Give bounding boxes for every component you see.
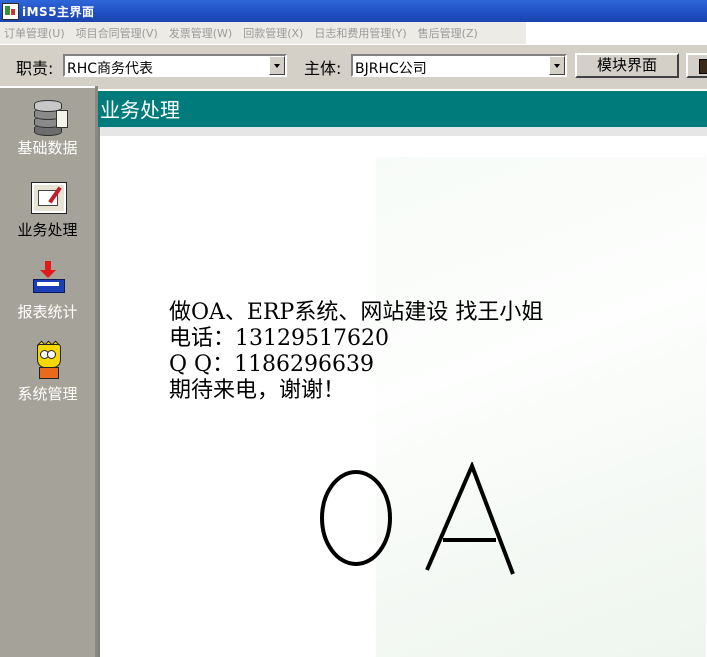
- sidebar-item-label: 报表统计: [17, 303, 78, 321]
- sidebar: 基础数据 业务处理 报表统计 系统管理: [0, 86, 98, 657]
- role-value: RHC商务代表: [67, 61, 154, 77]
- menu-invoices[interactable]: 发票管理(W): [165, 25, 239, 41]
- content-panel: 做OA、ERP系统、网站建设 找王小姐 电话：13129517620 Q Q：1…: [98, 127, 707, 657]
- promo-line-3: Q Q：1186296639: [169, 352, 375, 377]
- sidebar-item-reports[interactable]: 报表统计: [0, 260, 95, 322]
- promo-line-1: 做OA、ERP系统、网站建设 找王小姐: [169, 300, 544, 325]
- sidebar-item-business[interactable]: 业务处理: [0, 178, 95, 240]
- background-watermark: [376, 157, 706, 657]
- section-title: 业务处理: [98, 89, 707, 127]
- promo-line-4: 期待来电，谢谢！: [169, 378, 346, 403]
- oa-logo-a: [425, 462, 515, 575]
- role-select[interactable]: RHC商务代表: [63, 54, 287, 77]
- role-label: 职责:: [16, 59, 54, 78]
- toolbar: 职责: RHC商务代表 主体: BJRHC公司 模块界面: [0, 44, 707, 87]
- report-download-icon: [30, 260, 66, 298]
- window-title: iMS5主界面: [22, 5, 95, 19]
- menu-logs-expenses[interactable]: 日志和费用管理(Y): [310, 25, 413, 41]
- menu-payments[interactable]: 回款管理(X): [239, 25, 310, 41]
- promo-line-2: 电话：13129517620: [169, 326, 389, 351]
- role-dropdown-button[interactable]: [269, 56, 285, 75]
- sidebar-item-basic-data[interactable]: 基础数据: [0, 96, 95, 158]
- oa-logo: [320, 462, 515, 575]
- menu-bar: 订单管理(U) 项目合同管理(V) 发票管理(W) 回款管理(X) 日志和费用管…: [0, 22, 707, 44]
- sidebar-item-label: 业务处理: [17, 221, 78, 239]
- app-icon: [2, 3, 19, 20]
- menu-orders[interactable]: 订单管理(U): [0, 25, 72, 41]
- entity-value: BJRHC公司: [355, 61, 427, 77]
- menu-project-contracts[interactable]: 项目合同管理(V): [72, 25, 165, 41]
- entity-dropdown-button[interactable]: [549, 56, 565, 75]
- sidebar-item-label: 基础数据: [17, 139, 78, 157]
- business-doc-icon: [30, 178, 67, 216]
- menu-after-sales[interactable]: 售后管理(Z): [414, 25, 485, 41]
- module-view-button[interactable]: 模块界面: [575, 53, 679, 78]
- title-bar: iMS5主界面: [0, 0, 707, 22]
- entity-label: 主体:: [304, 59, 342, 78]
- toolbar-extra-button[interactable]: [686, 53, 707, 78]
- entity-select[interactable]: BJRHC公司: [351, 54, 567, 77]
- database-icon: [30, 96, 68, 136]
- system-admin-icon: [30, 340, 66, 380]
- oa-logo-o: [320, 470, 392, 566]
- sidebar-item-system[interactable]: 系统管理: [0, 340, 95, 404]
- sidebar-item-label: 系统管理: [17, 385, 78, 403]
